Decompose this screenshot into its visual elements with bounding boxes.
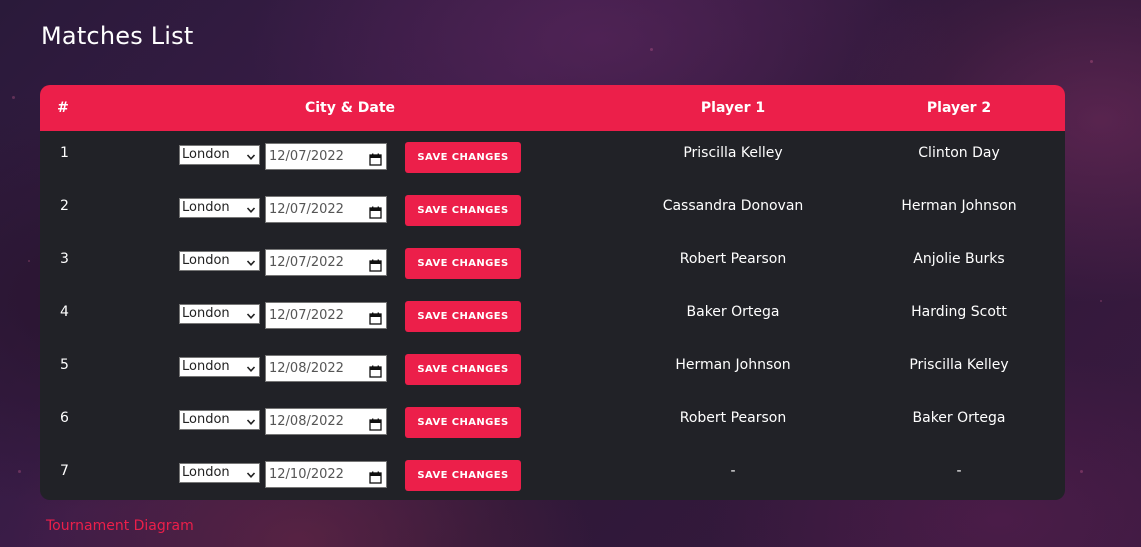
chevron-down-icon — [246, 468, 256, 478]
save-changes-button[interactable]: SAVE CHANGES — [405, 195, 521, 226]
player-1-name: Priscilla Kelley — [683, 145, 783, 161]
calendar-icon[interactable] — [369, 468, 382, 484]
table-row: 1 London 12/07/2022 SAVE CHANGES Priscilla K… — [40, 131, 1065, 184]
chevron-down-icon — [246, 203, 256, 213]
city-select-value: London — [182, 200, 230, 215]
save-changes-button[interactable]: SAVE CHANGES — [405, 460, 521, 491]
chevron-down-icon — [246, 362, 256, 372]
column-header-player-1: Player 1 — [700, 100, 766, 116]
city-select[interactable]: London — [179, 410, 260, 430]
date-input-value: 12/07/2022 — [269, 255, 344, 270]
date-input-value: 12/08/2022 — [269, 414, 344, 429]
city-select[interactable]: London — [179, 304, 260, 324]
background-speck — [12, 96, 15, 99]
calendar-icon[interactable] — [369, 203, 382, 219]
date-input[interactable]: 12/07/2022 — [265, 143, 387, 170]
city-select[interactable]: London — [179, 251, 260, 271]
player-1-name: Baker Ortega — [686, 304, 780, 320]
match-number: 2 — [60, 198, 69, 214]
player-1-name: Robert Pearson — [679, 410, 787, 426]
match-number: 1 — [60, 145, 69, 161]
table-row: 5 London 12/08/2022 SAVE CHANGES Herman John… — [40, 343, 1065, 396]
date-input[interactable]: 12/08/2022 — [265, 408, 387, 435]
calendar-icon[interactable] — [369, 309, 382, 325]
city-select-value: London — [182, 412, 230, 427]
background-speck — [18, 470, 21, 473]
match-number: 3 — [60, 251, 69, 267]
table-row: 3 London 12/07/2022 SAVE CHANGES Robert Pear… — [40, 237, 1065, 290]
chevron-down-icon — [246, 309, 256, 319]
city-select[interactable]: London — [179, 357, 260, 377]
page-title: Matches List — [41, 22, 194, 50]
calendar-icon[interactable] — [369, 415, 382, 431]
player-2-name: - — [956, 463, 962, 479]
chevron-down-icon — [246, 415, 256, 425]
tournament-diagram-link[interactable]: Tournament Diagram — [46, 518, 194, 534]
player-2-name: Herman Johnson — [901, 198, 1017, 214]
match-number: 6 — [60, 410, 69, 426]
city-select-value: London — [182, 359, 230, 374]
player-2-name: Clinton Day — [918, 145, 1000, 161]
calendar-icon[interactable] — [369, 150, 382, 166]
date-input-value: 12/08/2022 — [269, 361, 344, 376]
player-2-name: Baker Ortega — [912, 410, 1006, 426]
date-input[interactable]: 12/07/2022 — [265, 249, 387, 276]
background-speck — [28, 260, 30, 262]
chevron-down-icon — [246, 150, 256, 160]
save-changes-button[interactable]: SAVE CHANGES — [405, 407, 521, 438]
date-input-value: 12/10/2022 — [269, 467, 344, 482]
player-1-name: - — [730, 463, 736, 479]
matches-table: # City & Date Player 1 Player 2 1 London 1… — [40, 85, 1065, 500]
date-input[interactable]: 12/10/2022 — [265, 461, 387, 488]
chevron-down-icon — [246, 256, 256, 266]
save-changes-button[interactable]: SAVE CHANGES — [405, 248, 521, 279]
background-speck — [650, 48, 653, 51]
background-speck — [1100, 300, 1102, 302]
save-changes-button[interactable]: SAVE CHANGES — [405, 142, 521, 173]
date-input[interactable]: 12/07/2022 — [265, 302, 387, 329]
table-row: 4 London 12/07/2022 SAVE CHANGES Baker Orteg… — [40, 290, 1065, 343]
player-2-name: Anjolie Burks — [913, 251, 1005, 267]
player-1-name: Cassandra Donovan — [662, 198, 804, 214]
calendar-icon[interactable] — [369, 362, 382, 378]
city-select-value: London — [182, 253, 230, 268]
table-header: # City & Date Player 1 Player 2 — [40, 85, 1065, 131]
save-changes-button[interactable]: SAVE CHANGES — [405, 301, 521, 332]
city-select-value: London — [182, 306, 230, 321]
match-number: 5 — [60, 357, 69, 373]
column-header-city-date: City & Date — [304, 100, 396, 116]
date-input-value: 12/07/2022 — [269, 149, 344, 164]
background-speck — [1080, 470, 1083, 473]
background-speck — [1090, 60, 1093, 63]
column-header-number: # — [57, 100, 69, 116]
city-select[interactable]: London — [179, 145, 260, 165]
date-input-value: 12/07/2022 — [269, 202, 344, 217]
city-select[interactable]: London — [179, 198, 260, 218]
date-input[interactable]: 12/08/2022 — [265, 355, 387, 382]
match-number: 4 — [60, 304, 69, 320]
table-row: 2 London 12/07/2022 SAVE CHANGES Cassandra D… — [40, 184, 1065, 237]
table-row: 6 London 12/08/2022 SAVE CHANGES Robert Pear… — [40, 396, 1065, 449]
city-select[interactable]: London — [179, 463, 260, 483]
match-number: 7 — [60, 463, 69, 479]
player-1-name: Herman Johnson — [675, 357, 791, 373]
date-input[interactable]: 12/07/2022 — [265, 196, 387, 223]
player-2-name: Priscilla Kelley — [909, 357, 1009, 373]
player-1-name: Robert Pearson — [679, 251, 787, 267]
save-changes-button[interactable]: SAVE CHANGES — [405, 354, 521, 385]
table-row: 7 London 12/10/2022 SAVE CHANGES - - — [40, 449, 1065, 500]
column-header-player-2: Player 2 — [926, 100, 992, 116]
city-select-value: London — [182, 465, 230, 480]
city-select-value: London — [182, 147, 230, 162]
player-2-name: Harding Scott — [911, 304, 1007, 320]
calendar-icon[interactable] — [369, 256, 382, 272]
date-input-value: 12/07/2022 — [269, 308, 344, 323]
